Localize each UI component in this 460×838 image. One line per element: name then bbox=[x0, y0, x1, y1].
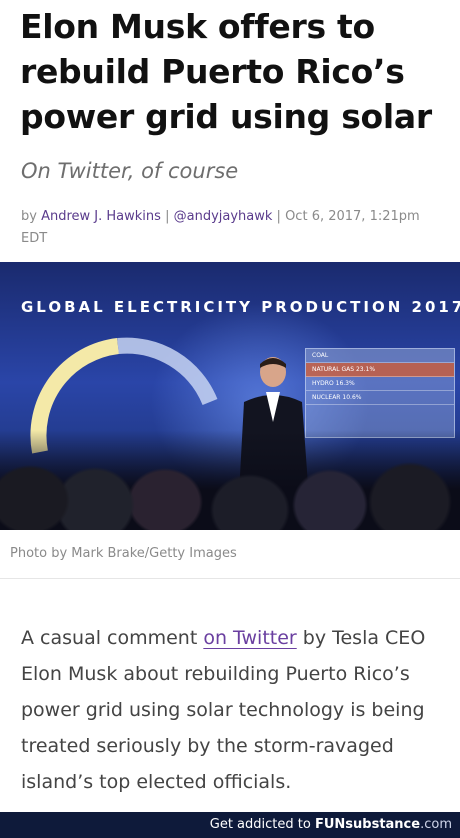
panel-row: HYDRO 16.3% bbox=[306, 377, 454, 391]
twitter-link[interactable]: on Twitter bbox=[203, 627, 296, 649]
footer-text: Get addicted to bbox=[209, 817, 315, 832]
article-body: A casual comment on Twitter by Tesla CEO… bbox=[21, 620, 446, 800]
watermark-footer: Get addicted to FUNsubstance.com bbox=[0, 812, 460, 838]
brand-name: substance bbox=[345, 817, 421, 832]
panel-row: COAL bbox=[306, 349, 454, 363]
audience bbox=[0, 430, 460, 530]
body-text: by Tesla CEO Elon Musk about rebuilding … bbox=[21, 627, 426, 793]
byline-prefix: by bbox=[21, 209, 37, 224]
byline-separator: | bbox=[165, 209, 170, 224]
body-text: A casual comment bbox=[21, 627, 204, 649]
subtitle: On Twitter, of course bbox=[21, 159, 239, 183]
brand-domain: .com bbox=[420, 817, 452, 832]
byline: by Andrew J. Hawkins | @andyjayhawk | Oc… bbox=[21, 206, 441, 250]
article-photo: GLOBAL ELECTRICITY PRODUCTION 2017 COAL … bbox=[0, 262, 460, 530]
photo-caption: Photo by Mark Brake/Getty Images bbox=[10, 546, 237, 561]
byline-separator: | bbox=[276, 209, 281, 224]
divider bbox=[0, 578, 460, 579]
panel-row: NATURAL GAS 23.1% bbox=[306, 363, 454, 377]
headline: Elon Musk offers to rebuild Puerto Rico’… bbox=[20, 7, 432, 136]
screen-panel: COAL NATURAL GAS 23.1% HYDRO 16.3% NUCLE… bbox=[305, 348, 455, 438]
brand-name: FUN bbox=[314, 817, 346, 832]
author-link[interactable]: Andrew J. Hawkins bbox=[41, 209, 161, 224]
twitter-handle-link[interactable]: @andyjayhawk bbox=[174, 209, 273, 224]
panel-row: NUCLEAR 10.6% bbox=[306, 391, 454, 405]
